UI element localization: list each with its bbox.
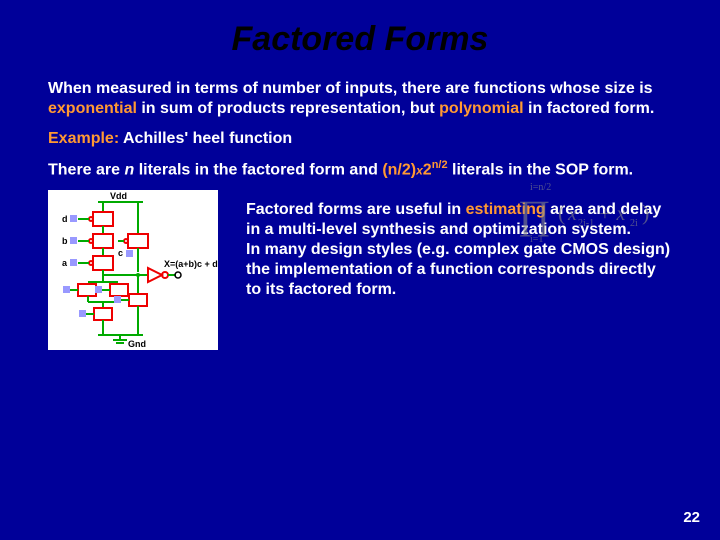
label-out: X=(a+b)c + d bbox=[164, 259, 218, 269]
label-vdd: Vdd bbox=[110, 191, 127, 201]
kw-polynomial: polynomial bbox=[439, 100, 523, 117]
x: x bbox=[416, 163, 423, 177]
var-n: n bbox=[124, 161, 134, 178]
text: in sum of products representation, but bbox=[137, 100, 439, 117]
two: 2 bbox=[423, 161, 432, 178]
label-gnd: Gnd bbox=[128, 339, 146, 349]
exponent: n/2 bbox=[432, 159, 448, 171]
literals-paragraph: There are n literals in the factored for… bbox=[48, 159, 672, 180]
label-b: b bbox=[62, 236, 68, 246]
slide: Factored Forms When measured in terms of… bbox=[0, 0, 720, 540]
kw-estimating: estimating bbox=[466, 201, 546, 218]
text: in factored form. bbox=[524, 100, 655, 117]
page-title: Factored Forms bbox=[48, 20, 672, 59]
frac: (n/2) bbox=[382, 161, 416, 178]
text: In many design styles (e.g. complex gate… bbox=[246, 241, 670, 298]
example-text: Achilles' heel function bbox=[119, 130, 292, 147]
example-label: Example: bbox=[48, 130, 119, 147]
page-number: 22 bbox=[683, 509, 700, 526]
right-paragraph: Factored forms are useful in estimating … bbox=[218, 190, 672, 300]
example-line: Example: Achilles' heel function bbox=[48, 129, 672, 149]
text: literals in the factored form and bbox=[134, 161, 382, 178]
label-c: c bbox=[118, 248, 123, 258]
text: literals in the SOP form. bbox=[448, 161, 634, 178]
label-d: d bbox=[62, 214, 68, 224]
intro-paragraph: When measured in terms of number of inpu… bbox=[48, 79, 672, 119]
text: There are bbox=[48, 161, 124, 178]
text: Factored forms are useful in bbox=[246, 201, 466, 218]
lower-row: Vdd d b bbox=[48, 190, 672, 350]
circuit-diagram: Vdd d b bbox=[48, 190, 218, 350]
text: When measured in terms of number of inpu… bbox=[48, 80, 653, 97]
kw-exponential: exponential bbox=[48, 100, 137, 117]
